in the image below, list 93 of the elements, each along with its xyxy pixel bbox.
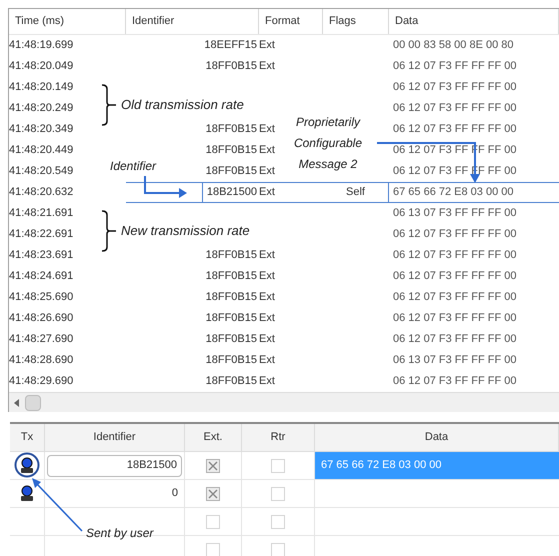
- checkbox[interactable]: [271, 542, 285, 556]
- checkbox[interactable]: [206, 486, 220, 500]
- table-cell: Ext: [259, 166, 275, 177]
- annotation-text: Sent by user: [86, 527, 154, 539]
- left-arrow-icon[interactable]: [14, 398, 20, 406]
- table-cell: 18FF0B15: [206, 166, 257, 177]
- table-cell: Ext: [259, 124, 275, 135]
- table-cell: 18FF0B15: [206, 334, 257, 345]
- table-cell: 06 12 07 F3 FF FF FF 00: [393, 271, 516, 282]
- annotation-text: Identifier: [110, 160, 156, 172]
- table-cell: 41:48:24.691: [9, 271, 74, 282]
- column-header[interactable]: Data: [315, 424, 559, 451]
- column-header[interactable]: Time (ms): [9, 9, 126, 34]
- table-cell: 41:48:22.691: [9, 229, 74, 240]
- table-cell: Ext: [259, 271, 275, 282]
- table-cell: 41:48:20.149: [9, 82, 74, 93]
- checkbox[interactable]: [206, 542, 220, 556]
- table-cell: Ext: [259, 376, 275, 387]
- table-cell: 41:48:25.690: [9, 292, 74, 303]
- table-cell: 06 13 07 F3 FF FF FF 00: [393, 355, 516, 366]
- table-cell: 18FF0B15: [206, 250, 257, 261]
- table-cell: Ext: [259, 334, 275, 345]
- bracket-icon: [101, 84, 117, 126]
- table-cell: 18FF0B15: [206, 124, 257, 135]
- table-cell: 41:48:28.690: [9, 355, 74, 366]
- table-cell: 06 12 07 F3 FF FF FF 00: [393, 82, 516, 93]
- table-cell: Ext: [259, 40, 275, 51]
- table-cell: 06 12 07 F3 FF FF FF 00: [393, 124, 516, 135]
- table-cell: 06 12 07 F3 FF FF FF 00: [393, 250, 516, 261]
- table-cell: 18FF0B15: [206, 313, 257, 324]
- checkbox[interactable]: [271, 514, 285, 528]
- table-cell: 18FF0B15: [206, 355, 257, 366]
- column-header[interactable]: Rtr: [242, 424, 315, 451]
- table-cell: 06 12 07 F3 FF FF FF 00: [393, 229, 516, 240]
- table-cell: Ext: [259, 292, 275, 303]
- table-cell: 06 12 07 F3 FF FF FF 00: [393, 61, 516, 72]
- table-cell: 41:48:20.049: [9, 61, 74, 72]
- table-cell: 06 12 07 F3 FF FF FF 00: [393, 292, 516, 303]
- column-header[interactable]: Flags: [323, 9, 389, 34]
- arrow-icon: [141, 175, 188, 199]
- table-cell: Ext: [259, 145, 275, 156]
- column-header[interactable]: Data: [389, 9, 559, 34]
- cross-icon: [208, 460, 218, 470]
- table-cell: 41:48:29.690: [9, 376, 74, 387]
- table-cell: 41:48:20.349: [9, 124, 74, 135]
- table-cell: 41:48:27.690: [9, 334, 74, 345]
- table-cell: Ext: [259, 313, 275, 324]
- column-header[interactable]: Format: [259, 9, 323, 34]
- column-header[interactable]: Identifier: [45, 424, 185, 451]
- column-header[interactable]: Tx: [10, 424, 45, 451]
- table-cell: 00 00 83 58 00 8E 00 80: [393, 40, 514, 51]
- table-cell: 06 12 07 F3 FF FF FF 00: [393, 376, 516, 387]
- cross-icon: [208, 488, 218, 498]
- table-cell: 18FF0B15: [206, 61, 257, 72]
- table-cell: 41:48:20.249: [9, 103, 74, 114]
- checkbox[interactable]: [206, 458, 220, 472]
- scrollbar-thumb[interactable]: [25, 394, 41, 410]
- table-cell: 41:48:20.632: [9, 187, 74, 198]
- checkbox[interactable]: [271, 458, 285, 472]
- table-cell: Ext: [259, 187, 275, 198]
- annotation-text: New transmission rate: [121, 224, 250, 237]
- table-cell: 18EEFF15: [204, 40, 257, 51]
- table-cell: 41:48:20.449: [9, 145, 74, 156]
- annotation-text: Old transmission rate: [121, 98, 244, 111]
- table-cell: 06 12 07 F3 FF FF FF 00: [393, 103, 516, 114]
- table-cell: 67 65 66 72 E8 03 00 00: [393, 187, 514, 198]
- column-header[interactable]: Ext.: [185, 424, 242, 451]
- table-cell: 41:48:20.549: [9, 166, 74, 177]
- table-cell: Ext: [259, 250, 275, 261]
- bracket-icon: [101, 210, 117, 252]
- column-header[interactable]: Identifier: [126, 9, 259, 34]
- table-cell: 06 13 07 F3 FF FF FF 00: [393, 208, 516, 219]
- table-cell: Self: [346, 187, 365, 198]
- table-cell: 18FF0B15: [206, 376, 257, 387]
- table-cell: 06 12 07 F3 FF FF FF 00: [393, 313, 516, 324]
- table-cell: 18FF0B15: [206, 271, 257, 282]
- table-cell: Ext: [259, 61, 275, 72]
- checkbox[interactable]: [206, 514, 220, 528]
- table-cell: 18FF0B15: [206, 145, 257, 156]
- table-cell: 18FF0B15: [206, 292, 257, 303]
- identifier-field[interactable]: 0: [47, 482, 182, 504]
- circle-highlight-icon: [14, 452, 40, 478]
- table-cell: 41:48:23.691: [9, 250, 74, 261]
- arrow-icon: [30, 477, 84, 533]
- table-cell: 18B21500: [202, 183, 257, 202]
- table-cell: Ext: [259, 355, 275, 366]
- table-cell: 41:48:21.691: [9, 208, 74, 219]
- identifier-field[interactable]: 18B21500: [47, 454, 182, 476]
- table-cell: 41:48:19.699: [9, 40, 74, 51]
- table-cell: 41:48:26.690: [9, 313, 74, 324]
- horizontal-scrollbar[interactable]: [9, 392, 559, 412]
- checkbox[interactable]: [271, 486, 285, 500]
- table-cell: 06 12 07 F3 FF FF FF 00: [393, 334, 516, 345]
